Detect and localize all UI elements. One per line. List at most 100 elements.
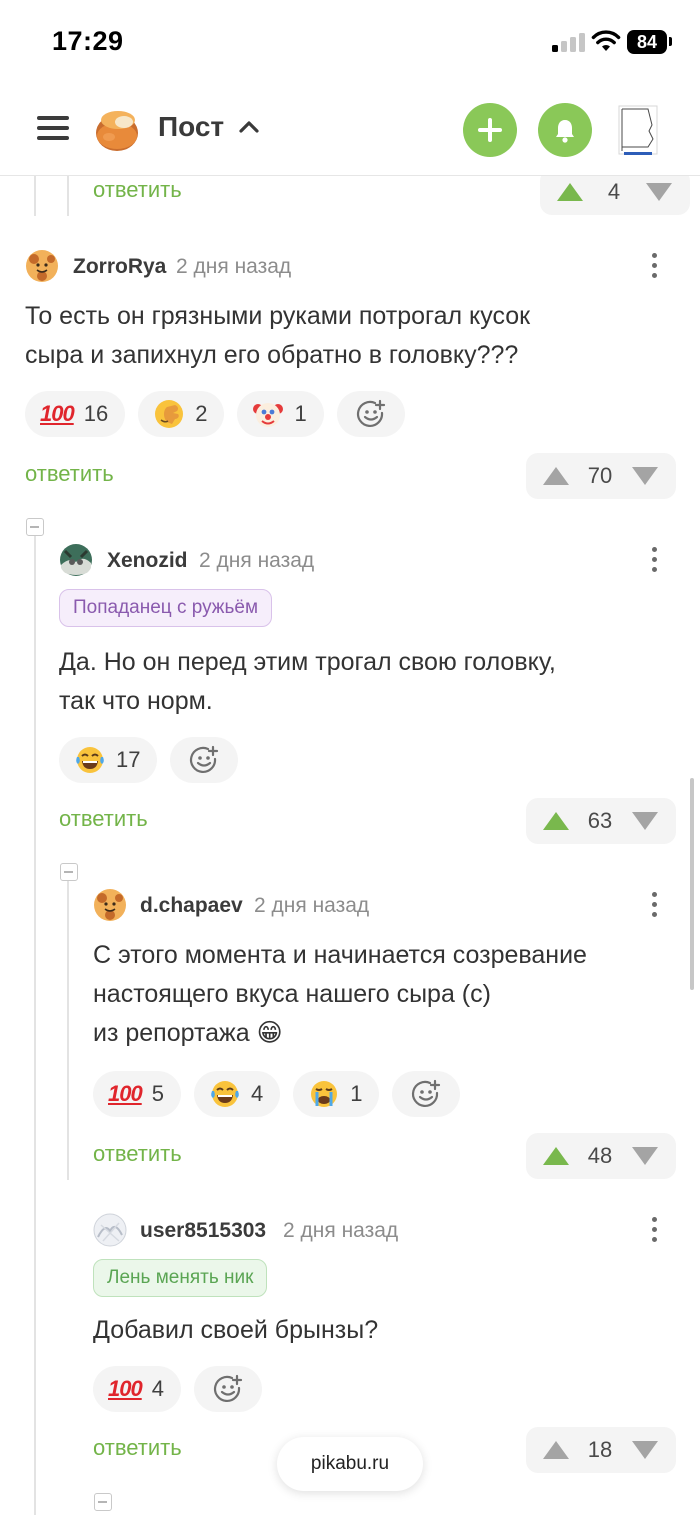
comment-text: С этого момента и начинается созревание …: [93, 941, 587, 1047]
reaction-hundred-points[interactable]: 100 4: [93, 1366, 181, 1412]
add-reaction-icon: [356, 399, 385, 428]
battery-indicator: 84: [627, 30, 667, 54]
add-reaction-button[interactable]: [392, 1071, 461, 1117]
reaction-tears-of-joy[interactable]: 4: [193, 1071, 281, 1117]
vote-down-icon[interactable]: [630, 1145, 660, 1167]
user-badge: Лень менять ник: [93, 1259, 268, 1297]
reaction-hundred-points[interactable]: 100 5: [93, 1071, 181, 1117]
reply-link[interactable]: ответить: [93, 1435, 182, 1461]
reaction-clown-face[interactable]: 1: [237, 391, 324, 437]
user-avatar[interactable]: [93, 888, 127, 922]
add-reaction-button[interactable]: [193, 1366, 262, 1412]
comment-text: Да. Но он перед этим трогал свою головку…: [59, 648, 556, 715]
battery-tip: [669, 37, 672, 46]
reply-link[interactable]: ответить: [59, 806, 148, 832]
vote-up-icon[interactable]: [541, 1145, 571, 1167]
collapse-thread-button[interactable]: [60, 863, 78, 881]
tears-of-joy-icon: [211, 1081, 239, 1107]
reply-link[interactable]: ответить: [93, 177, 182, 203]
user-avatar[interactable]: [59, 543, 93, 577]
reaction-count: 1: [294, 401, 307, 426]
collapse-thread-button[interactable]: [26, 518, 44, 536]
reaction-count: 1: [350, 1081, 363, 1106]
vote-count: 48: [587, 1143, 613, 1168]
more-options-icon[interactable]: [644, 543, 664, 577]
vote-count: 4: [607, 179, 621, 204]
vote-down-icon[interactable]: [630, 465, 660, 487]
notifications-button[interactable]: [538, 103, 592, 157]
pikabu-logo-icon[interactable]: [94, 107, 140, 153]
vote-box: 18: [526, 1427, 676, 1473]
add-reaction-button[interactable]: [336, 391, 405, 437]
crying-face-icon: [311, 1081, 338, 1107]
add-post-button[interactable]: [463, 103, 517, 157]
reactions-bar: 100 4: [93, 1366, 262, 1412]
vote-up-icon[interactable]: [555, 181, 585, 203]
cellular-signal-icon: [552, 32, 585, 52]
user-avatar[interactable]: [25, 249, 59, 283]
vote-box: 63: [526, 798, 676, 844]
comment-header: ZorroRya 2 дня назад: [25, 249, 675, 283]
comment-time: 2 дня назад: [254, 894, 370, 917]
reaction-hundred-points[interactable]: 100 16: [25, 391, 126, 437]
comment-header: user8515303 2 дня назад: [93, 1213, 675, 1247]
comment-time: 2 дня назад: [176, 255, 292, 278]
tears-of-joy-icon: [76, 747, 104, 773]
reaction-face-palm[interactable]: 2: [138, 391, 225, 437]
face-palm-icon: [155, 400, 184, 428]
add-reaction-button[interactable]: [170, 737, 239, 783]
reply-link[interactable]: ответить: [93, 1141, 182, 1167]
bell-icon: [556, 120, 574, 143]
comment-time: 2 дня назад: [283, 1219, 399, 1242]
more-options-icon[interactable]: [644, 888, 664, 922]
username[interactable]: Xenozid: [107, 549, 188, 573]
vote-box: 48: [526, 1133, 676, 1179]
thread-line: [67, 880, 69, 1180]
app-header: Пост: [0, 84, 700, 176]
reaction-crying-face[interactable]: 1: [293, 1071, 380, 1117]
thread-line: [34, 535, 36, 1515]
vote-down-icon[interactable]: [630, 1439, 660, 1461]
user-avatar-thumbnail[interactable]: [618, 105, 658, 157]
menu-icon[interactable]: [37, 113, 69, 143]
thread-line: [34, 176, 36, 216]
collapse-thread-button[interactable]: [94, 1493, 112, 1511]
reaction-count: 5: [151, 1081, 164, 1106]
vote-up-icon[interactable]: [541, 465, 571, 487]
chevron-up-icon[interactable]: [238, 120, 260, 134]
clown-face-icon: [253, 403, 284, 427]
vote-down-icon[interactable]: [644, 181, 674, 203]
comment-time: 2 дня назад: [199, 549, 315, 572]
comment-header: Xenozid 2 дня назад: [59, 543, 675, 577]
vote-down-icon[interactable]: [630, 810, 660, 832]
plus-icon: [478, 118, 502, 142]
thread-line: [67, 176, 69, 216]
wifi-icon: [591, 30, 621, 51]
scrollbar[interactable]: [690, 778, 694, 990]
reactions-bar: 100 16 2 1: [25, 391, 405, 437]
comment-header: d.chapaev 2 дня назад: [93, 888, 675, 922]
add-reaction-icon: [190, 745, 219, 774]
site-url-pill[interactable]: pikabu.ru: [277, 1437, 423, 1491]
reaction-count: 17: [116, 747, 141, 772]
vote-up-icon[interactable]: [541, 1439, 571, 1461]
username[interactable]: ZorroRya: [73, 255, 166, 279]
username[interactable]: d.chapaev: [140, 894, 243, 918]
vote-count: 18: [587, 1437, 613, 1462]
comment-text: То есть он грязными руками потрогал кусо…: [25, 302, 531, 369]
comment-text: Добавил своей брынзы?: [93, 1316, 379, 1344]
page-title[interactable]: Пост: [158, 111, 224, 143]
username[interactable]: user8515303: [140, 1219, 266, 1243]
reply-link[interactable]: ответить: [25, 461, 114, 487]
vote-count: 70: [587, 463, 613, 488]
hundred-points-icon: 100: [40, 401, 75, 426]
reaction-tears-of-joy[interactable]: 17: [59, 737, 158, 783]
vote-up-icon[interactable]: [541, 810, 571, 832]
vote-box: 70: [526, 453, 676, 499]
more-options-icon[interactable]: [644, 1213, 664, 1247]
add-reaction-icon: [412, 1079, 441, 1108]
more-options-icon[interactable]: [644, 249, 664, 283]
user-avatar[interactable]: [93, 1213, 127, 1247]
status-bar: 17:29 84: [0, 0, 700, 84]
vote-count: 63: [587, 808, 613, 833]
